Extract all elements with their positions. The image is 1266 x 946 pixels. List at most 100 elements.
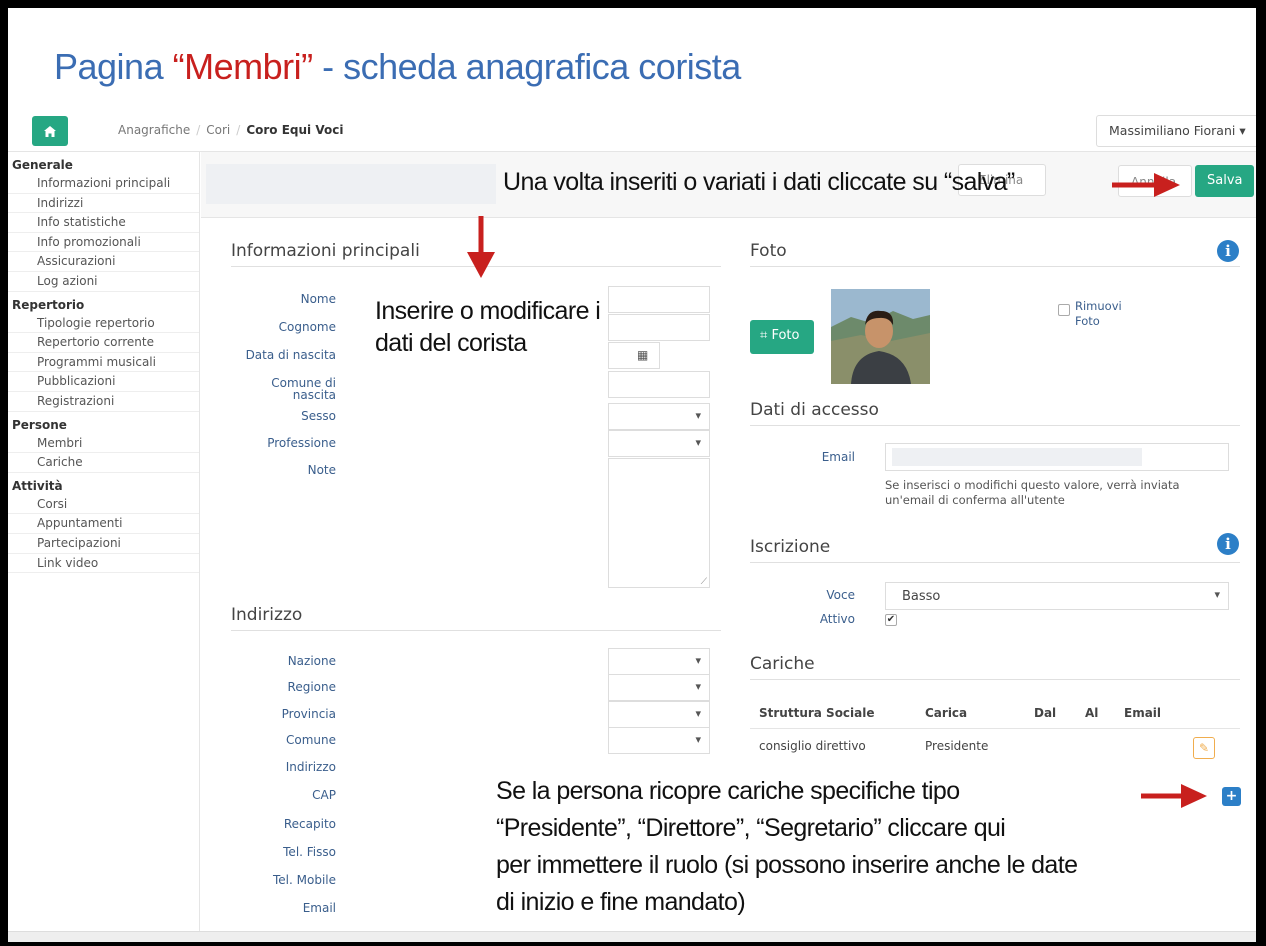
section-title-foto: Foto (750, 241, 1240, 267)
cell-struttura: consiglio direttivo (759, 739, 866, 753)
caret-down-icon: ▾ (1239, 123, 1246, 138)
sidebar-item-link-video[interactable]: Link video (8, 554, 199, 574)
label-nazione: Nazione (287, 654, 336, 668)
col-al: Al (1085, 706, 1099, 720)
slide-frame: Pagina “Membri” - scheda anagrafica cori… (8, 8, 1256, 942)
sidebar-item-indirizzi[interactable]: Indirizzi (8, 194, 199, 214)
add-carica-button[interactable]: + (1222, 787, 1241, 806)
voce-value: Basso (902, 589, 941, 604)
bottom-bar (8, 931, 1256, 942)
foto-upload-button[interactable]: ⌗ Foto (750, 320, 814, 354)
label-cap: CAP (312, 788, 336, 802)
col-email: Email (1124, 706, 1162, 720)
label-nome: Nome (300, 292, 336, 306)
access-email-hint: Se inserisci o modifichi questo valore, … (885, 478, 1180, 507)
breadcrumb-anagrafiche[interactable]: Anagrafiche (118, 123, 190, 137)
nazione-select[interactable] (608, 648, 710, 675)
resize-handle-icon[interactable]: ⟋ (701, 577, 707, 587)
label-tel-mobile: Tel. Mobile (273, 873, 336, 887)
breadcrumb: Anagrafiche / Cori / Coro Equi Voci (118, 123, 344, 137)
section-title-indirizzo: Indirizzo (231, 605, 721, 631)
member-photo (831, 289, 930, 384)
arrow-right-icon (1141, 784, 1207, 808)
toolbar-name-field (206, 164, 496, 204)
section-title-iscrizione: Iscrizione (750, 537, 1240, 563)
label-recapito: Recapito (283, 817, 336, 831)
breadcrumb-cori[interactable]: Cori (206, 123, 230, 137)
sidebar-group-repertorio: Repertorio (12, 297, 85, 312)
home-button[interactable] (32, 116, 68, 146)
sidebar-item-log-azioni[interactable]: Log azioni (8, 272, 199, 292)
professione-select[interactable] (608, 430, 710, 457)
col-dal: Dal (1034, 706, 1057, 720)
comune-nascita-input[interactable] (608, 371, 710, 398)
label-cognome: Cognome (278, 320, 336, 334)
label-comune-nascita: Comune di nascita (271, 376, 336, 402)
label-access-email: Email (821, 450, 855, 464)
sidebar-group-attivita: Attività (12, 478, 63, 493)
sidebar-item-repertorio-corrente[interactable]: Repertorio corrente (8, 333, 199, 353)
sidebar-group-generale: Generale (12, 158, 73, 172)
annotation-edit: Inserire o modificare i dati del corista (375, 297, 601, 357)
label-sesso: Sesso (301, 409, 336, 423)
info-icon[interactable]: i (1217, 240, 1239, 262)
label-note: Note (307, 463, 336, 477)
sidebar-group-persone: Persone (12, 417, 67, 432)
attivo-checkbox[interactable]: ✔ (885, 614, 897, 626)
remove-photo-checkbox[interactable] (1058, 304, 1070, 316)
sidebar-item-info-statistiche[interactable]: Info statistiche (8, 213, 199, 233)
save-button[interactable]: Salva (1195, 165, 1254, 197)
edit-pencil-icon[interactable]: ✎ (1193, 737, 1215, 759)
cognome-input[interactable] (608, 314, 710, 341)
crop-icon: ⌗ (760, 328, 768, 343)
section-title-accesso: Dati di accesso (750, 400, 1240, 426)
sidebar-item-tipologie-repertorio[interactable]: Tipologie repertorio (8, 314, 199, 334)
annotation-roles: Se la persona ricopre cariche specifiche… (496, 777, 1078, 916)
sesso-select[interactable] (608, 403, 710, 430)
arrow-down-icon (467, 216, 495, 278)
nome-input[interactable] (608, 286, 710, 313)
label-tel-fisso: Tel. Fisso (283, 845, 336, 859)
data-nascita-input[interactable]: ▦ (608, 342, 660, 369)
user-menu[interactable]: Massimiliano Fiorani ▾ (1096, 115, 1256, 147)
sidebar-item-informazioni-principali[interactable]: Informazioni principali (8, 174, 199, 194)
col-carica: Carica (925, 706, 968, 720)
remove-photo-label: Rimuovi Foto (1075, 299, 1122, 328)
sidebar-item-pubblicazioni[interactable]: Pubblicazioni (8, 372, 199, 392)
label-indirizzo: Indirizzo (285, 760, 336, 774)
label-email: Email (302, 901, 336, 915)
label-data-nascita: Data di nascita (245, 348, 336, 362)
calendar-icon[interactable]: ▦ (637, 348, 648, 362)
breadcrumb-current: Coro Equi Voci (246, 123, 344, 137)
sidebar-item-partecipazioni[interactable]: Partecipazioni (8, 534, 199, 554)
arrow-right-icon (1112, 173, 1180, 197)
comune-select[interactable] (608, 727, 710, 754)
label-professione: Professione (267, 436, 336, 450)
sidebar-item-appuntamenti[interactable]: Appuntamenti (8, 514, 199, 534)
note-textarea[interactable]: ⟋ (608, 458, 710, 588)
annotation-save: Una volta inseriti o variati i dati clic… (503, 168, 1015, 196)
section-title-cariche: Cariche (750, 654, 1240, 680)
sidebar-item-assicurazioni[interactable]: Assicurazioni (8, 252, 199, 272)
label-attivo: Attivo (819, 612, 855, 626)
sidebar-item-cariche[interactable]: Cariche (8, 453, 199, 473)
info-icon[interactable]: i (1217, 533, 1239, 555)
col-struttura-sociale: Struttura Sociale (759, 706, 875, 720)
sidebar-item-programmi-musicali[interactable]: Programmi musicali (8, 353, 199, 373)
voce-select[interactable]: Basso (885, 582, 1229, 610)
sidebar-item-corsi[interactable]: Corsi (8, 495, 199, 515)
label-regione: Regione (287, 680, 336, 694)
slide-title: Pagina “Membri” - scheda anagrafica cori… (54, 46, 741, 87)
sidebar-item-membri[interactable]: Membri (8, 434, 199, 454)
access-email-input[interactable] (885, 443, 1229, 471)
label-voce: Voce (826, 588, 855, 602)
sidebar-item-registrazioni[interactable]: Registrazioni (8, 392, 199, 412)
sidebar-item-info-promozionali[interactable]: Info promozionali (8, 233, 199, 253)
regione-select[interactable] (608, 674, 710, 701)
label-comune: Comune (285, 733, 336, 747)
provincia-select[interactable] (608, 701, 710, 728)
sidebar: Generale Informazioni principali Indiriz… (8, 152, 200, 942)
home-icon (44, 125, 56, 137)
table-divider (750, 728, 1240, 729)
label-provincia: Provincia (281, 707, 336, 721)
